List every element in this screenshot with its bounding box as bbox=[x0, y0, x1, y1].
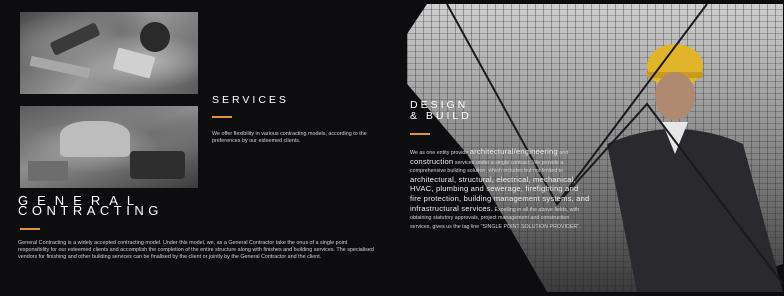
text-run: and bbox=[557, 150, 569, 156]
text-run: We as one entity provide bbox=[410, 150, 470, 156]
tool-shape bbox=[130, 151, 185, 179]
services-heading: SERVICES bbox=[212, 94, 289, 106]
design-build-text: We as one entity provide architectural/e… bbox=[410, 147, 590, 231]
suit bbox=[607, 129, 783, 292]
tool-shape bbox=[112, 47, 156, 79]
design-build-heading: DESIGN & BUILD bbox=[410, 100, 472, 122]
general-contracting-heading: GENERAL CONTRACTING bbox=[18, 194, 163, 218]
tool-shape bbox=[28, 161, 68, 181]
tools-photo bbox=[20, 12, 198, 94]
heading-line: CONTRACTING bbox=[18, 203, 163, 218]
text-run-emphasis: architectural/engineering bbox=[469, 147, 558, 156]
worker-photo bbox=[20, 106, 198, 188]
heading-underline bbox=[20, 228, 40, 230]
tool-shape bbox=[60, 121, 130, 157]
heading-underline bbox=[410, 133, 430, 135]
tool-shape bbox=[140, 22, 170, 52]
text-run-emphasis: construction bbox=[410, 156, 454, 166]
services-text: We offer flexibility in various contract… bbox=[212, 131, 367, 145]
tool-shape bbox=[49, 22, 101, 56]
general-contracting-text: General Contracting is a widely accepted… bbox=[18, 240, 374, 261]
heading-line: & BUILD bbox=[410, 110, 472, 122]
tool-shape bbox=[29, 55, 91, 79]
heading-underline bbox=[212, 116, 232, 118]
